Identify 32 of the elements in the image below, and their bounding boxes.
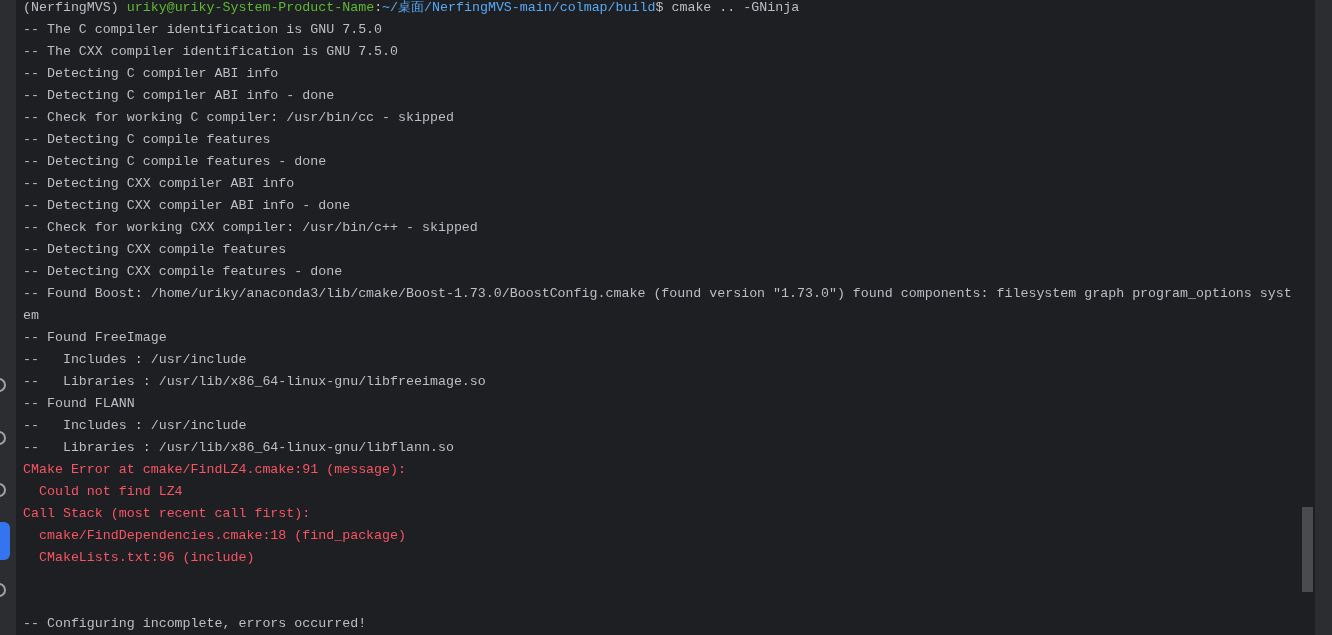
- error-line: CMakeLists.txt:96 (include): [37, 550, 255, 565]
- error-line: CMake Error at cmake/FindLZ4.cmake:91 (message):: [23, 462, 406, 477]
- output-line: -- Libraries : /usr/lib/x86_64-linux-gnu/libfreeimage.so: [23, 374, 486, 389]
- prompt-separator: :: [374, 0, 383, 15]
- prompt-path: ~/桌面/NerfingMVS-main/colmap/build: [382, 0, 656, 15]
- output-line: -- Detecting CXX compiler ABI info: [23, 176, 295, 191]
- output-line: -- Found Boost: /home/uriky/anaconda3/lib/cmake/Boost-1.73.0/BoostConfig.cmake (found version "1.73.0") found components: filesystem graph program_options syst: [23, 286, 1292, 301]
- command-text: $ cmake .. -GNinja: [655, 0, 800, 15]
- output-line: -- Detecting CXX compiler ABI info - done: [23, 198, 351, 213]
- scrollbar-thumb[interactable]: [1302, 507, 1313, 592]
- output-line: -- Found FreeImage: [23, 330, 167, 345]
- error-line: Call Stack (most recent call first):: [23, 506, 311, 521]
- output-line: -- Includes : /usr/include: [23, 352, 247, 367]
- output-line: -- Detecting C compiler ABI info - done: [23, 88, 335, 103]
- output-line: -- The CXX compiler identification is GNU 7.5.0: [23, 44, 399, 59]
- output-line: -- Detecting CXX compile features: [23, 242, 287, 257]
- output-line: -- The C compiler identification is GNU 7.5.0: [23, 22, 383, 37]
- error-line: cmake/FindDependencies.cmake:18 (find_package): [37, 528, 406, 543]
- output-line: -- Check for working CXX compiler: /usr/bin/c++ - skipped: [23, 220, 478, 235]
- output-line: em: [23, 308, 39, 323]
- user-host: uriky@uriky-System-Product-Name: [126, 0, 375, 15]
- output-line: -- Libraries : /usr/lib/x86_64-linux-gnu/libflann.so: [23, 440, 454, 455]
- output-line: -- Detecting C compiler ABI info: [23, 66, 279, 81]
- output-line: -- Found FLANN: [23, 396, 135, 411]
- output-line: -- Check for working C compiler: /usr/bin/cc - skipped: [23, 110, 454, 125]
- output-line: -- Detecting C compile features - done: [23, 154, 327, 169]
- env-name: (NerfingMVS): [23, 0, 119, 15]
- output-line: -- Configuring incomplete, errors occurred!: [23, 616, 367, 631]
- output-line: -- Includes : /usr/include: [23, 418, 247, 433]
- output-line: -- Detecting C compile features: [23, 132, 271, 147]
- error-line: Could not find LZ4: [37, 484, 183, 499]
- output-line: -- Detecting CXX compile features - done: [23, 264, 343, 279]
